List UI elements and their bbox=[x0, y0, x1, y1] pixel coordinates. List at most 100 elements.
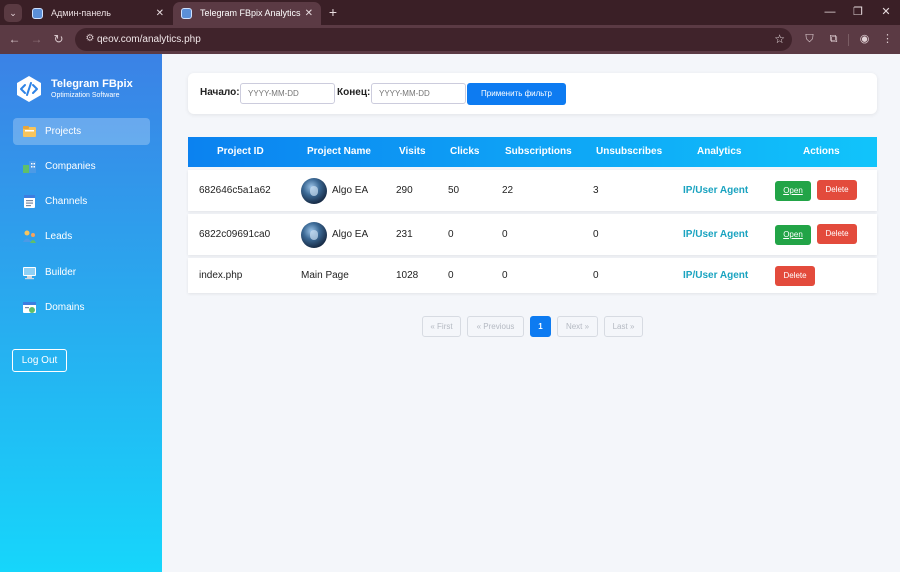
sidebar-item-companies[interactable]: Companies bbox=[13, 153, 150, 180]
sidebar-item-label: Builder bbox=[45, 267, 77, 278]
column-header-subscriptions: Subscriptions bbox=[505, 146, 572, 157]
sidebar-item-label: Channels bbox=[45, 196, 88, 207]
builder-icon bbox=[23, 267, 36, 280]
clicks-cell: 0 bbox=[448, 270, 454, 281]
analytics-link[interactable]: IP/User Agent bbox=[683, 229, 748, 240]
clicks-cell: 50 bbox=[448, 185, 460, 196]
visits-cell: 1028 bbox=[396, 270, 419, 281]
sidebar-item-builder[interactable]: Builder bbox=[13, 259, 150, 286]
column-header-project-id: Project ID bbox=[217, 146, 264, 157]
sidebar-item-projects[interactable]: Projects bbox=[13, 118, 150, 145]
visits-cell: 231 bbox=[396, 229, 413, 240]
reload-icon[interactable]: ↻ bbox=[50, 31, 67, 48]
sidebar: Telegram FBpix Optimization Software Pro… bbox=[0, 54, 162, 572]
more-menu-icon[interactable]: ⋮ bbox=[880, 32, 895, 47]
table-row: 682646c5a1a62 Algo EA 290 50 22 3 IP/Use… bbox=[188, 170, 877, 211]
site-info-icon[interactable]: ⚙ bbox=[83, 32, 97, 46]
unsubscribes-cell: 3 bbox=[593, 185, 599, 196]
column-header-clicks: Clicks bbox=[450, 146, 480, 157]
delete-button[interactable]: Delete bbox=[817, 180, 857, 200]
forward-arrow-icon[interactable]: → bbox=[28, 31, 45, 48]
column-header-visits: Visits bbox=[399, 146, 426, 157]
url-text: qeov.com/analytics.php bbox=[97, 34, 201, 45]
sidebar-item-leads[interactable]: Leads bbox=[13, 223, 150, 250]
visits-cell: 290 bbox=[396, 185, 413, 196]
table-row: 6822c09691ca0 Algo EA 231 0 0 0 IP/User … bbox=[188, 214, 877, 255]
logout-button[interactable]: Log Out bbox=[12, 349, 67, 372]
tab-title: Telegram FBpix Analytics bbox=[200, 8, 301, 18]
subscriptions-cell: 0 bbox=[502, 229, 508, 240]
channels-icon bbox=[24, 195, 35, 208]
sidebar-item-label: Domains bbox=[45, 302, 85, 313]
project-id-cell: 6822c09691ca0 bbox=[199, 229, 271, 240]
browser-toolbar: ← → ↻ ⚙ qeov.com/analytics.php ☆ ⛉ ⧉ ◉ ⋮ bbox=[0, 25, 900, 54]
project-id-cell: 682646c5a1a62 bbox=[199, 185, 271, 196]
subscriptions-cell: 22 bbox=[502, 185, 514, 196]
analytics-link[interactable]: IP/User Agent bbox=[683, 270, 748, 281]
column-header-analytics: Analytics bbox=[697, 146, 742, 157]
apply-filter-button[interactable]: Применить фильтр bbox=[467, 83, 566, 105]
sidebar-item-channels[interactable]: Channels bbox=[13, 188, 150, 215]
unsubscribes-cell: 0 bbox=[593, 270, 599, 281]
tab-title: Админ-панель bbox=[51, 8, 111, 18]
delete-button[interactable]: Delete bbox=[817, 224, 857, 244]
start-date-input[interactable] bbox=[240, 83, 335, 104]
close-tab-icon[interactable]: ✕ bbox=[156, 2, 164, 25]
end-date-label: Конец: bbox=[337, 87, 371, 98]
leads-icon bbox=[23, 230, 36, 243]
end-date-input[interactable] bbox=[371, 83, 466, 104]
sidebar-item-label: Companies bbox=[45, 161, 96, 172]
pagination-previous-button[interactable]: « Previous bbox=[467, 316, 524, 337]
restore-window-icon[interactable]: ❐ bbox=[848, 3, 868, 21]
column-header-unsubscribes: Unsubscribes bbox=[596, 146, 663, 157]
minimize-icon[interactable]: — bbox=[820, 3, 840, 21]
column-header-actions: Actions bbox=[803, 146, 840, 157]
brand-subtitle: Optimization Software bbox=[51, 92, 120, 99]
clicks-cell: 0 bbox=[448, 229, 454, 240]
pagination-current-page[interactable]: 1 bbox=[530, 316, 551, 337]
project-name-cell: Algo EA bbox=[332, 185, 369, 196]
browser-tab-analytics[interactable]: Telegram FBpix Analytics ✕ bbox=[173, 2, 321, 25]
browser-tab-bar: ⌄ Админ-панель ✕ Telegram FBpix Analytic… bbox=[0, 0, 900, 25]
close-window-icon[interactable]: ✕ bbox=[876, 3, 896, 21]
column-header-project-name: Project Name bbox=[307, 146, 371, 157]
close-tab-icon[interactable]: ✕ bbox=[305, 2, 313, 25]
account-icon[interactable]: ◉ bbox=[857, 32, 872, 47]
projects-icon bbox=[23, 126, 36, 137]
bookmark-star-icon[interactable]: ☆ bbox=[774, 31, 785, 48]
project-name-cell: Main Page bbox=[301, 270, 349, 281]
pagination-first-button[interactable]: « First bbox=[422, 316, 461, 337]
back-arrow-icon[interactable]: ← bbox=[6, 31, 23, 48]
unsubscribes-cell: 0 bbox=[593, 229, 599, 240]
sidebar-item-label: Leads bbox=[45, 231, 73, 242]
start-date-label: Начало: bbox=[200, 87, 240, 98]
browser-tab-admin[interactable]: Админ-панель ✕ bbox=[24, 2, 172, 25]
subscriptions-cell: 0 bbox=[502, 270, 508, 281]
extensions-puzzle-icon[interactable]: ⧉ bbox=[826, 32, 841, 47]
new-tab-plus-icon[interactable]: + bbox=[325, 2, 341, 22]
delete-button[interactable]: Delete bbox=[775, 266, 815, 286]
table-row: index.php Main Page 1028 0 0 0 IP/User A… bbox=[188, 258, 877, 293]
project-name-cell: Algo EA bbox=[332, 229, 369, 240]
companies-icon bbox=[23, 161, 36, 173]
analytics-link[interactable]: IP/User Agent bbox=[683, 185, 748, 196]
shield-extension-icon[interactable]: ⛉ bbox=[802, 32, 817, 47]
address-bar[interactable]: ⚙ qeov.com/analytics.php ☆ bbox=[75, 28, 792, 51]
table-header: Project ID Project Name Visits Clicks Su… bbox=[188, 137, 877, 167]
domains-icon bbox=[23, 302, 36, 313]
toolbar-divider bbox=[848, 34, 849, 46]
date-filter-card: Начало: Конец: Применить фильтр bbox=[188, 73, 877, 114]
open-button[interactable]: Open bbox=[775, 225, 811, 245]
tab-search-chevron-icon[interactable]: ⌄ bbox=[4, 4, 22, 22]
brand-title: Telegram FBpix bbox=[51, 78, 133, 90]
pagination-last-button[interactable]: Last » bbox=[604, 316, 643, 337]
project-avatar bbox=[301, 178, 327, 204]
code-logo-icon bbox=[17, 76, 41, 102]
open-button[interactable]: Open bbox=[775, 181, 811, 201]
project-avatar bbox=[301, 222, 327, 248]
pagination-next-button[interactable]: Next » bbox=[557, 316, 598, 337]
favicon-icon bbox=[32, 8, 43, 19]
sidebar-item-domains[interactable]: Domains bbox=[13, 294, 150, 321]
project-id-cell: index.php bbox=[199, 270, 243, 281]
favicon-icon bbox=[181, 8, 192, 19]
